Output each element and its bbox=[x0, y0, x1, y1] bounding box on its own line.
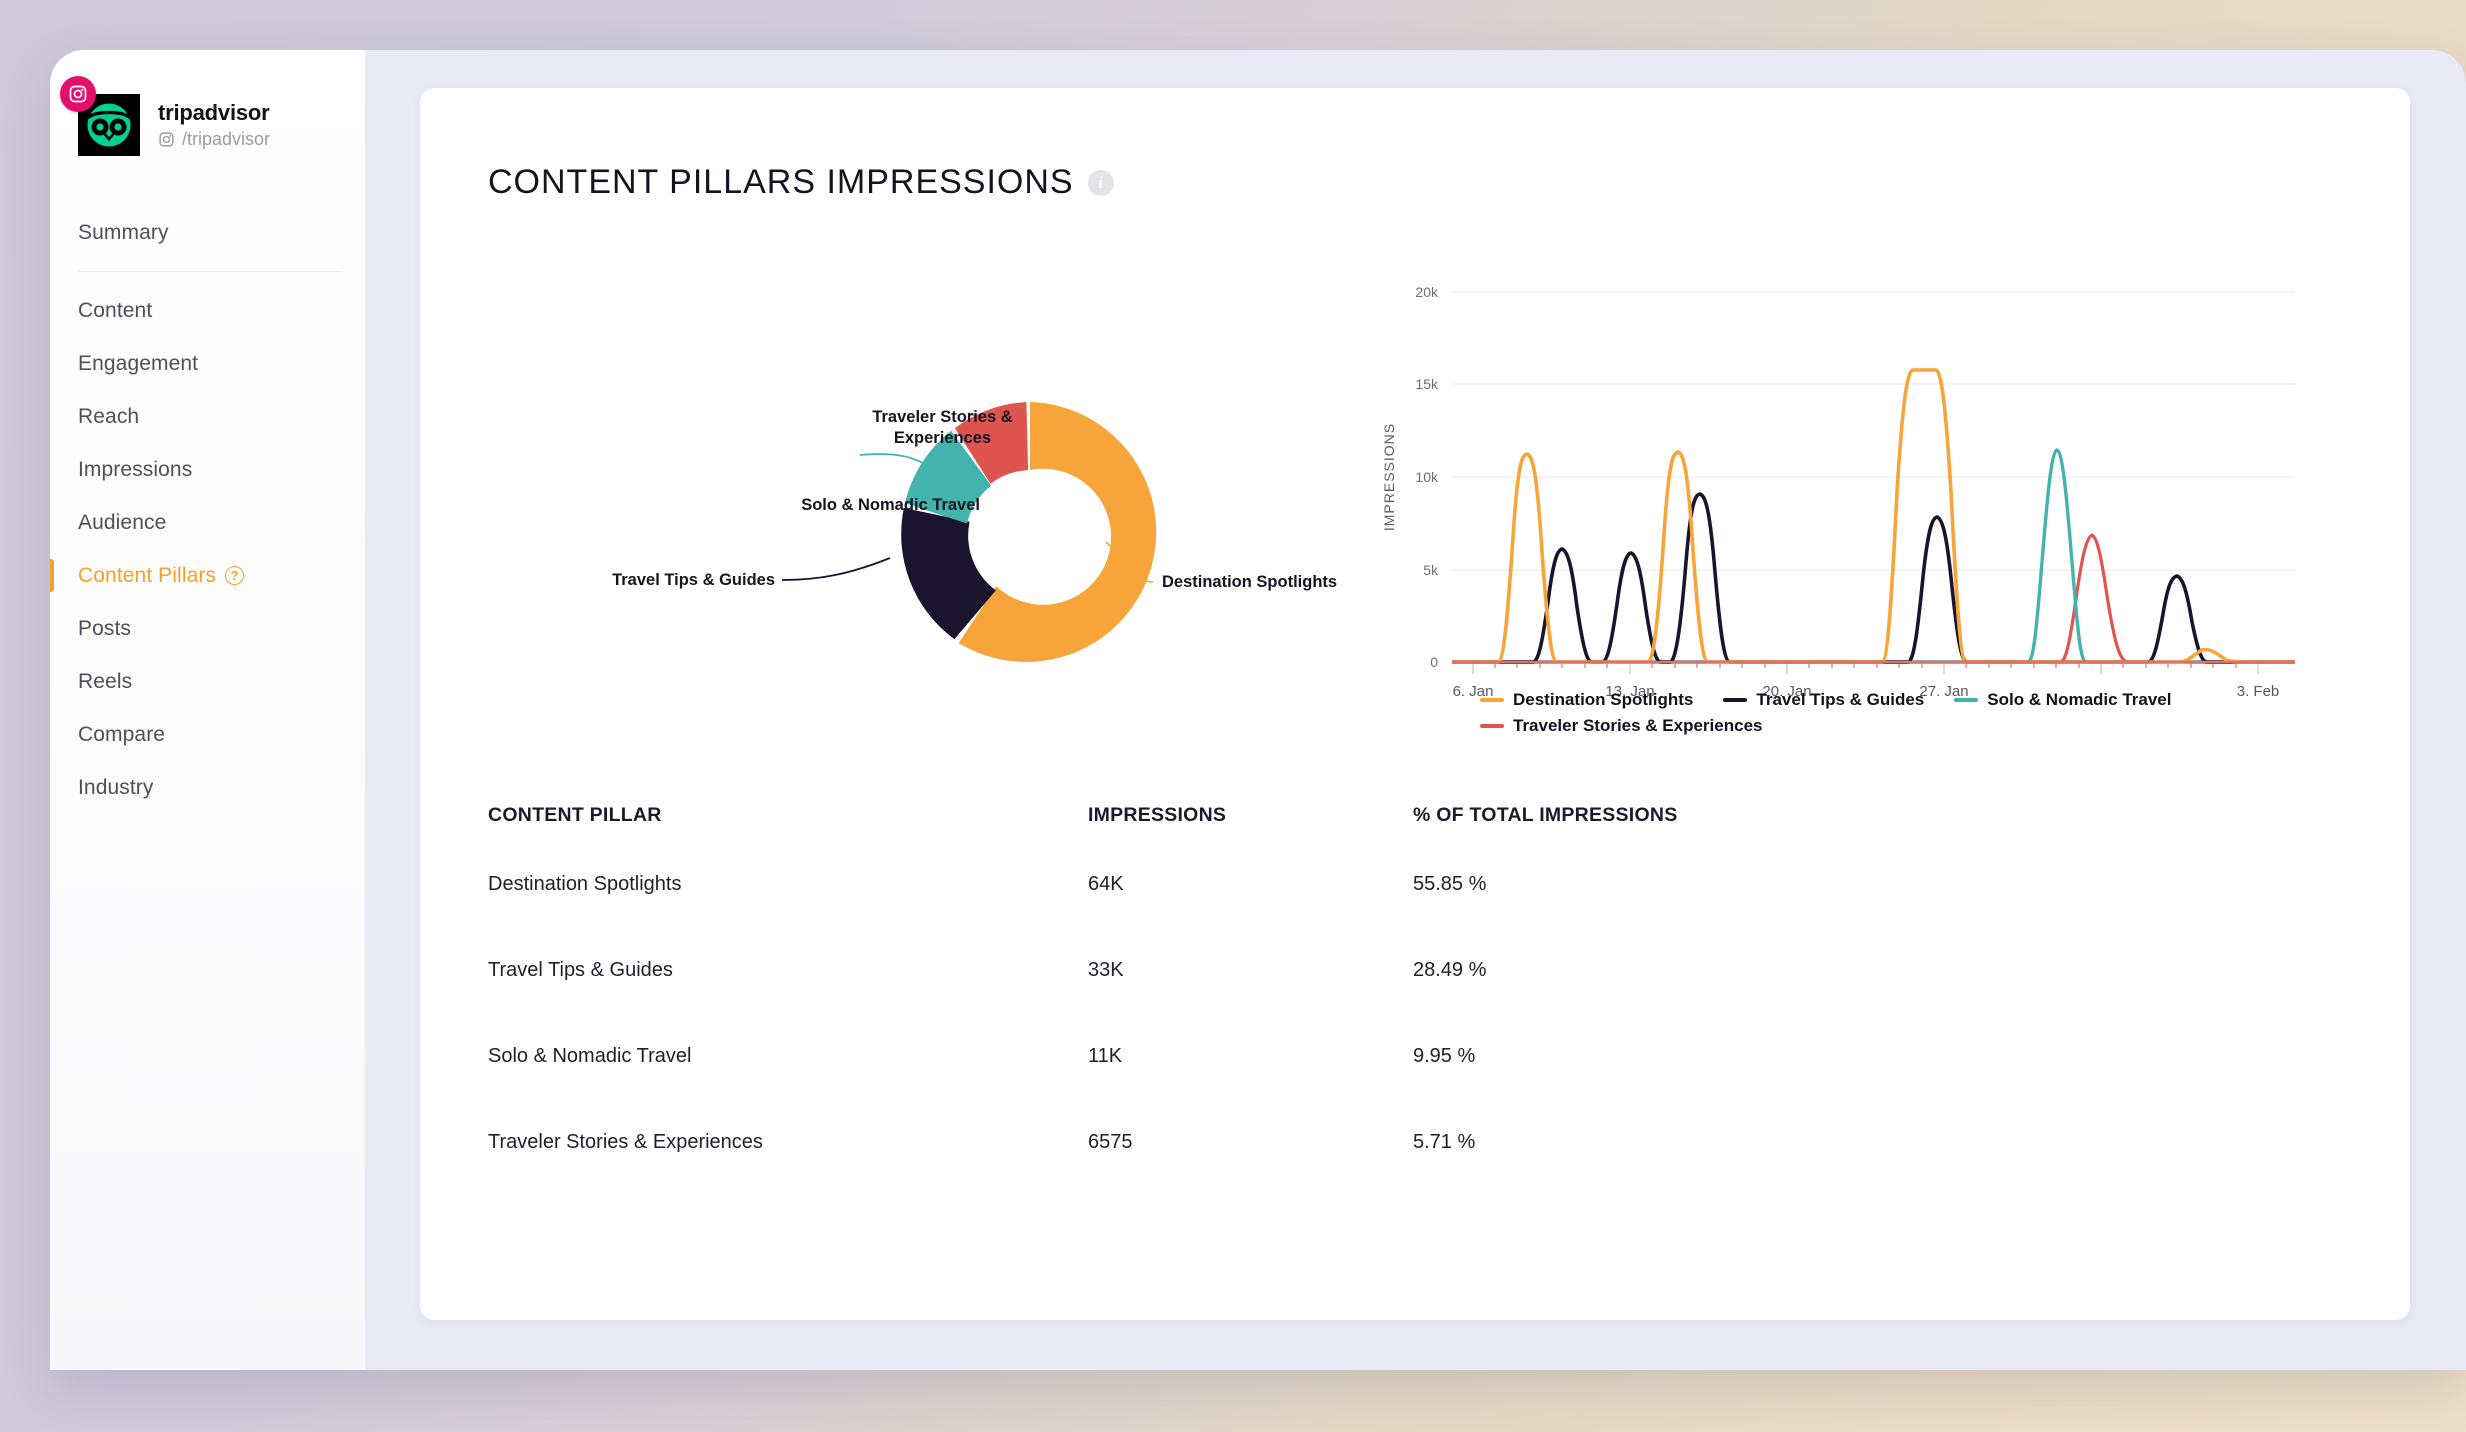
sidebar-item-reels[interactable]: Reels bbox=[50, 655, 365, 708]
avatar bbox=[60, 76, 140, 156]
y-axis-title: IMPRESSIONS bbox=[1381, 423, 1397, 531]
table-row[interactable]: Destination Spotlights 64K 55.85 % bbox=[488, 852, 2410, 916]
donut-chart: Traveler Stories & Experiences Solo & No… bbox=[430, 202, 1380, 762]
cell-percent: 9.95 % bbox=[1413, 1044, 1476, 1067]
chart-legend: Destination Spotlights Travel Tips & Gui… bbox=[1480, 690, 2380, 736]
donut-label-travel-tips-guides: Travel Tips & Guides bbox=[612, 571, 775, 589]
instagram-icon bbox=[60, 76, 96, 112]
leader-line-travel-tips-guides bbox=[781, 557, 891, 581]
sidebar-item-label: Posts bbox=[78, 616, 132, 640]
profile-header[interactable]: tripadvisor /tripadvisor bbox=[50, 76, 365, 160]
sidebar-divider bbox=[78, 271, 343, 272]
info-icon[interactable]: i bbox=[1087, 169, 1114, 196]
charts-row: Traveler Stories & Experiences Solo & No… bbox=[420, 202, 2410, 762]
cell-pillar: Solo & Nomadic Travel bbox=[488, 1044, 692, 1067]
sidebar-item-label: Industry bbox=[78, 775, 154, 799]
legend-label: Travel Tips & Guides bbox=[1756, 690, 1925, 709]
svg-text:15k: 15k bbox=[1415, 376, 1439, 392]
series-line-travel-tips-guides bbox=[1452, 492, 2295, 664]
sidebar-item-audience[interactable]: Audience bbox=[50, 496, 365, 549]
page-title-row: CONTENT PILLARS IMPRESSIONS i bbox=[420, 88, 2410, 202]
legend-item-travel-tips-guides[interactable]: Travel Tips & Guides bbox=[1723, 690, 1924, 710]
table-header-impressions: IMPRESSIONS bbox=[1088, 803, 1227, 826]
sidebar-item-summary[interactable]: Summary bbox=[50, 206, 365, 259]
profile-handle-text: /tripadvisor bbox=[182, 128, 271, 149]
sidebar-item-industry[interactable]: Industry bbox=[50, 761, 365, 814]
content-pillars-table: CONTENT PILLAR IMPRESSIONS % OF TOTAL IM… bbox=[420, 786, 2410, 1174]
legend-swatch-icon bbox=[1954, 698, 1979, 702]
series-line-traveler-stories-experiences bbox=[1452, 533, 2295, 664]
cell-pillar: Traveler Stories & Experiences bbox=[488, 1130, 763, 1153]
sidebar-item-content-pillars[interactable]: Content Pillars ? bbox=[50, 549, 365, 602]
cell-pillar: Destination Spotlights bbox=[488, 872, 682, 895]
legend-label: Solo & Nomadic Travel bbox=[1987, 690, 2172, 709]
table-row[interactable]: Traveler Stories & Experiences 6575 5.71… bbox=[488, 1110, 2410, 1174]
cell-impressions: 11K bbox=[1088, 1044, 1123, 1067]
cell-impressions: 64K bbox=[1088, 872, 1124, 895]
legend-item-destination-spotlights[interactable]: Destination Spotlights bbox=[1480, 690, 1693, 710]
sidebar-item-content[interactable]: Content bbox=[50, 284, 365, 337]
donut-label-solo-nomadic-travel: Solo & Nomadic Travel bbox=[801, 496, 980, 514]
cell-percent: 5.71 % bbox=[1413, 1130, 1476, 1153]
legend-label: Traveler Stories & Experiences bbox=[1513, 716, 1763, 735]
svg-text:20k: 20k bbox=[1415, 284, 1439, 300]
table-header-row: CONTENT PILLAR IMPRESSIONS % OF TOTAL IM… bbox=[488, 786, 2410, 844]
sidebar-item-label: Compare bbox=[78, 722, 166, 746]
sidebar-item-label: Summary bbox=[78, 220, 169, 244]
app-frame: tripadvisor /tripadvisor Summary Content… bbox=[50, 50, 2466, 1370]
profile-name: tripadvisor bbox=[158, 100, 270, 126]
question-mark-icon[interactable]: ? bbox=[225, 566, 245, 585]
sidebar-item-label: Content Pillars bbox=[78, 563, 217, 587]
cell-pillar: Travel Tips & Guides bbox=[488, 958, 673, 981]
content-card: CONTENT PILLARS IMPRESSIONS i Traveler S… bbox=[420, 88, 2410, 1320]
table-row[interactable]: Solo & Nomadic Travel 11K 9.95 % bbox=[488, 1024, 2410, 1088]
sidebar: tripadvisor /tripadvisor Summary Content… bbox=[50, 50, 365, 1370]
series-line-solo-nomadic-travel bbox=[1452, 448, 2295, 664]
svg-text:5k: 5k bbox=[1423, 562, 1439, 578]
sidebar-item-label: Engagement bbox=[78, 351, 199, 375]
page-title: CONTENT PILLARS IMPRESSIONS bbox=[488, 163, 1074, 201]
svg-text:0: 0 bbox=[1430, 654, 1438, 670]
sidebar-item-label: Reels bbox=[78, 669, 133, 693]
legend-item-traveler-stories-experiences[interactable]: Traveler Stories & Experiences bbox=[1480, 716, 1762, 736]
sidebar-item-compare[interactable]: Compare bbox=[50, 708, 365, 761]
legend-swatch-icon bbox=[1480, 698, 1504, 702]
sidebar-item-reach[interactable]: Reach bbox=[50, 390, 365, 443]
cell-percent: 55.85 % bbox=[1413, 872, 1487, 895]
table-header-percent-of-total: % OF TOTAL IMPRESSIONS bbox=[1413, 803, 1678, 826]
sidebar-item-label: Content bbox=[78, 298, 153, 322]
line-chart: 20k 15k 10k 5k 0 IMPRESSIONS 6. Jan 13. … bbox=[1380, 202, 2410, 735]
sidebar-item-label: Audience bbox=[78, 510, 167, 534]
legend-swatch-icon bbox=[1723, 698, 1748, 702]
y-axis-gridlines bbox=[1452, 291, 2295, 571]
donut-label-traveler-stories-experiences: Traveler Stories & Experiences bbox=[872, 408, 1013, 448]
legend-label: Destination Spotlights bbox=[1513, 690, 1694, 709]
legend-swatch-icon bbox=[1480, 724, 1504, 728]
sidebar-item-posts[interactable]: Posts bbox=[50, 602, 365, 655]
sidebar-item-engagement[interactable]: Engagement bbox=[50, 337, 365, 390]
sidebar-item-impressions[interactable]: Impressions bbox=[50, 443, 365, 496]
table-row[interactable]: Travel Tips & Guides 33K 28.49 % bbox=[488, 938, 2410, 1002]
profile-handle: /tripadvisor bbox=[158, 129, 270, 150]
cell-impressions: 6575 bbox=[1088, 1130, 1133, 1153]
legend-item-solo-nomadic-travel[interactable]: Solo & Nomadic Travel bbox=[1954, 690, 2171, 710]
table-header-content-pillar: CONTENT PILLAR bbox=[488, 803, 662, 826]
cell-impressions: 33K bbox=[1088, 958, 1124, 981]
svg-text:10k: 10k bbox=[1415, 469, 1439, 485]
sidebar-nav: Summary Content Engagement Reach Impress… bbox=[50, 206, 365, 814]
instagram-small-icon bbox=[158, 131, 175, 148]
sidebar-item-label: Impressions bbox=[78, 457, 193, 481]
sidebar-item-label: Reach bbox=[78, 404, 140, 428]
y-axis-tick-labels: 20k 15k 10k 5k 0 bbox=[1415, 284, 1439, 670]
cell-percent: 28.49 % bbox=[1413, 958, 1487, 981]
